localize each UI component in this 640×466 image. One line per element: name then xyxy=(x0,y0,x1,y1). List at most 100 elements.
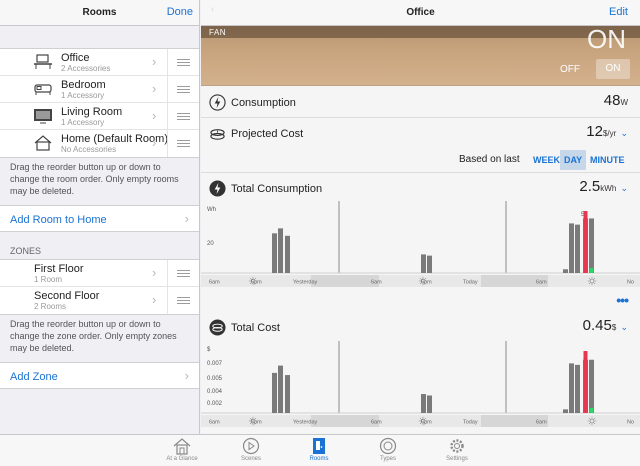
consumption-label: Consumption xyxy=(231,97,296,109)
projected-cost-label: Projected Cost xyxy=(231,128,304,140)
tab-at-a-glance[interactable]: At a Glance xyxy=(157,437,207,462)
add-room-label: Add Room to Home xyxy=(10,214,107,226)
fan-off-button[interactable]: OFF xyxy=(560,64,580,75)
room-row-office[interactable]: Office 2 Accessories › xyxy=(0,49,199,76)
desk-icon xyxy=(34,54,52,69)
zone-name: Second Floor xyxy=(34,290,100,302)
rooms-nav-bar: Rooms Done xyxy=(0,0,199,26)
cost-chart: $0.007 0.005 0.004 0.002 6am 6pm Yesterday 6am 6… xyxy=(201,341,640,431)
x-tick-label: 6am xyxy=(371,420,382,426)
consumption-chart-svg: Wh50207.56am6pmYesterday6am6pmToday6amNo xyxy=(201,201,640,287)
chart-bar xyxy=(272,233,277,273)
chart-bar xyxy=(569,223,574,273)
total-cost-value: 0.45$ ⌄ xyxy=(583,317,628,334)
based-on-label: Based on last xyxy=(459,154,520,165)
y-tick-label: 20 xyxy=(207,241,214,247)
chevron-right-icon: › xyxy=(152,292,157,307)
done-button[interactable]: Done xyxy=(167,6,193,18)
fan-on-button[interactable]: ON xyxy=(596,59,630,79)
reorder-handle-icon[interactable] xyxy=(167,260,199,286)
chevron-down-icon[interactable]: ⌄ xyxy=(620,128,628,138)
room-name: Living Room xyxy=(61,106,123,118)
tab-types[interactable]: Types xyxy=(363,437,413,462)
x-tick-label: Yesterday xyxy=(293,420,318,426)
x-tick-label: No xyxy=(627,420,634,426)
y-axis-label: Wh xyxy=(207,207,216,213)
chevron-down-icon[interactable]: ⌄ xyxy=(620,322,628,332)
chevron-down-icon[interactable]: ⌄ xyxy=(620,183,628,193)
lightning-filled-icon xyxy=(209,180,226,197)
add-room-button[interactable]: Add Room to Home › xyxy=(0,205,199,232)
house-icon xyxy=(173,438,191,455)
room-title: Office xyxy=(406,7,435,18)
total-cost-label: Total Cost xyxy=(231,322,280,334)
more-options-icon[interactable]: ••• xyxy=(616,292,629,308)
zone-row-first-floor[interactable]: First Floor 1 Room › xyxy=(0,260,199,287)
room-name: Bedroom xyxy=(61,79,106,91)
zones-help-text: Drag the reorder button up or down to ch… xyxy=(10,319,177,353)
y-tick-label: 0.005 xyxy=(207,376,223,382)
fan-state-text: ON xyxy=(587,24,626,54)
range-week-button[interactable]: WEEK xyxy=(529,150,564,170)
reorder-handle-icon[interactable] xyxy=(167,130,199,157)
x-tick-label: 6am xyxy=(536,280,547,286)
y-tick-label: 0.007 xyxy=(207,361,223,367)
cost-chart-svg: $0.007 0.005 0.004 0.002 6am 6pm Yesterday 6am 6… xyxy=(201,341,640,427)
fan-tile: FAN ON OFF ON xyxy=(201,24,640,86)
chart-bar xyxy=(285,375,290,413)
chevron-right-icon: › xyxy=(152,108,157,123)
tab-label: Scenes xyxy=(240,456,261,462)
chart-bar xyxy=(272,372,277,413)
x-tick-label: Yesterday xyxy=(293,280,318,286)
zone-row-second-floor[interactable]: Second Floor 2 Rooms › xyxy=(0,287,199,314)
total-cost-number: 0.45 xyxy=(582,317,612,334)
door-icon xyxy=(313,438,325,454)
edit-button[interactable]: Edit xyxy=(609,6,628,18)
y-tick-label: 0.004 xyxy=(207,389,223,395)
x-tick-label: 6pm xyxy=(251,280,262,286)
gear-icon xyxy=(450,439,464,453)
chart-bar xyxy=(589,359,594,413)
tab-bar: At a Glance Scenes Rooms Types Settings xyxy=(0,434,640,466)
x-tick-label: 6pm xyxy=(251,420,262,426)
zone-room-count: 1 Room xyxy=(34,275,63,284)
chart-bar xyxy=(563,269,568,273)
chevron-right-icon: › xyxy=(152,81,157,96)
chart-bar xyxy=(278,365,283,413)
reorder-handle-icon[interactable] xyxy=(167,49,199,75)
range-selector: Based on last WEEK DAY MINUTE xyxy=(201,148,640,172)
room-row-bedroom[interactable]: Bedroom 1 Accessory › xyxy=(0,76,199,103)
tab-scenes[interactable]: Scenes xyxy=(226,437,276,462)
zones-header: ZONES xyxy=(10,246,42,256)
consumption-value: 48W xyxy=(604,92,628,109)
total-consumption-number: 2.5 xyxy=(579,178,601,195)
tv-icon xyxy=(34,109,52,124)
current-bar-green xyxy=(589,268,594,273)
room-row-home[interactable]: Home (Default Room) No Accessories › xyxy=(0,130,199,157)
room-name: Office xyxy=(61,52,90,64)
chevron-right-icon: › xyxy=(152,54,157,69)
fan-label: FAN xyxy=(209,28,227,37)
total-cost-row: Total Cost 0.45$ ⌄ xyxy=(201,312,640,342)
total-consumption-unit: kWh xyxy=(600,184,617,193)
range-day-button[interactable]: DAY xyxy=(560,150,587,170)
range-minute-button[interactable]: MINUTE xyxy=(586,150,629,170)
total-consumption-label: Total Consumption xyxy=(231,183,323,195)
chart-bar xyxy=(575,364,580,413)
reorder-handle-icon[interactable] xyxy=(167,287,199,314)
reorder-handle-icon[interactable] xyxy=(167,76,199,102)
reorder-handle-icon[interactable] xyxy=(167,103,199,129)
consumption-row: Consumption 48W xyxy=(201,87,640,117)
tab-rooms[interactable]: Rooms xyxy=(294,437,344,462)
tab-settings[interactable]: Settings xyxy=(432,437,482,462)
tab-label: Types xyxy=(379,456,396,462)
room-row-living-room[interactable]: Living Room 1 Accessory › xyxy=(0,103,199,130)
zone-room-count: 2 Rooms xyxy=(34,302,67,311)
tab-label: Rooms xyxy=(309,456,329,462)
add-zone-button[interactable]: Add Zone › xyxy=(0,362,199,389)
total-consumption-value: 2.5kWh ⌄ xyxy=(579,178,628,195)
tab-label: Settings xyxy=(446,456,468,462)
chart-bar xyxy=(421,394,426,413)
x-tick-label: 6pm xyxy=(421,280,432,286)
chevron-right-icon: › xyxy=(152,265,157,280)
